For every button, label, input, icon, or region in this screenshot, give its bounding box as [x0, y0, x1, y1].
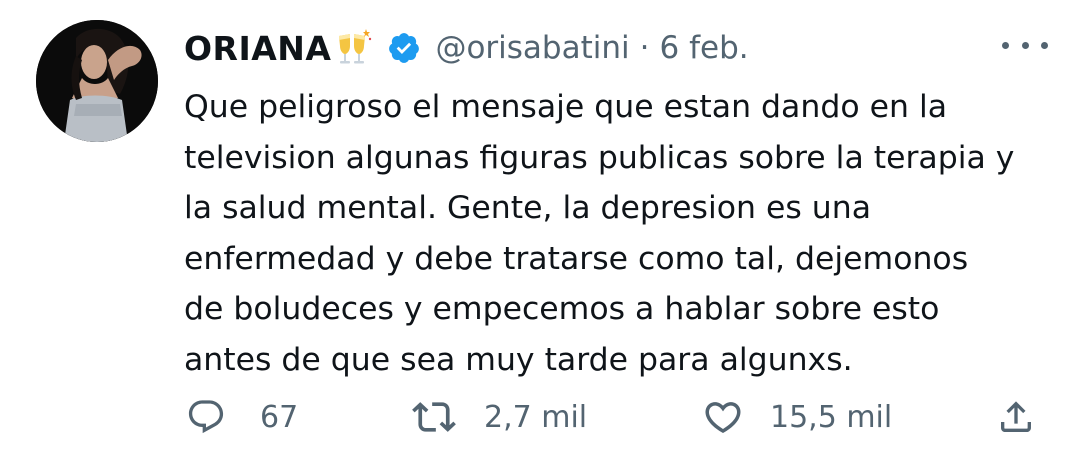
more-options-icon[interactable]	[1002, 32, 1048, 58]
retweet-icon	[412, 402, 456, 432]
tweet-text-line: de boludeces y empecemos a hablar sobre …	[184, 291, 940, 327]
like-button[interactable]: 15,5 mil	[702, 392, 892, 442]
tweet[interactable]: ORIANA @orisabatini · 6 feb. Que peligro…	[0, 0, 1079, 466]
more-dot	[1021, 41, 1029, 49]
retweet-button[interactable]: 2,7 mil	[412, 392, 587, 442]
avatar[interactable]	[36, 20, 158, 142]
tweet-text-line: la salud mental. Gente, la depresion es …	[184, 190, 872, 226]
more-dot	[1041, 41, 1048, 49]
share-icon	[1001, 401, 1031, 432]
share-button[interactable]	[996, 392, 1036, 442]
clinking-glasses-emoji-icon	[333, 28, 373, 68]
more-dot	[1002, 41, 1009, 49]
tweet-text: Que peligroso el mensaje que estan dando…	[184, 82, 1064, 385]
reply-count: 67	[260, 399, 299, 435]
verified-badge-icon	[387, 31, 421, 65]
separator-dot: ·	[639, 30, 650, 66]
tweet-text-line: antes de que sea muy tarde para algunxs.	[184, 341, 853, 378]
tweet-actions: 67 2,7 mil 15,5 mil	[186, 392, 1056, 442]
tweet-text-line: enfermedad y debe tratarse como tal, dej…	[184, 240, 969, 277]
tweet-date[interactable]: 6 feb.	[660, 30, 749, 66]
tweet-text-line: television algunas figuras publicas sobr…	[184, 139, 1015, 176]
tweet-text-line: Que peligroso el mensaje que estan dando…	[184, 89, 948, 125]
like-count: 15,5 mil	[770, 399, 893, 435]
tweet-header: ORIANA @orisabatini · 6 feb.	[184, 22, 749, 74]
display-name[interactable]: ORIANA	[184, 29, 331, 68]
reply-bubble-icon	[188, 400, 224, 434]
reply-button[interactable]: 67	[186, 392, 298, 442]
retweet-count: 2,7 mil	[484, 399, 588, 435]
author-handle[interactable]: @orisabatini	[435, 30, 629, 66]
heart-icon	[705, 402, 741, 434]
